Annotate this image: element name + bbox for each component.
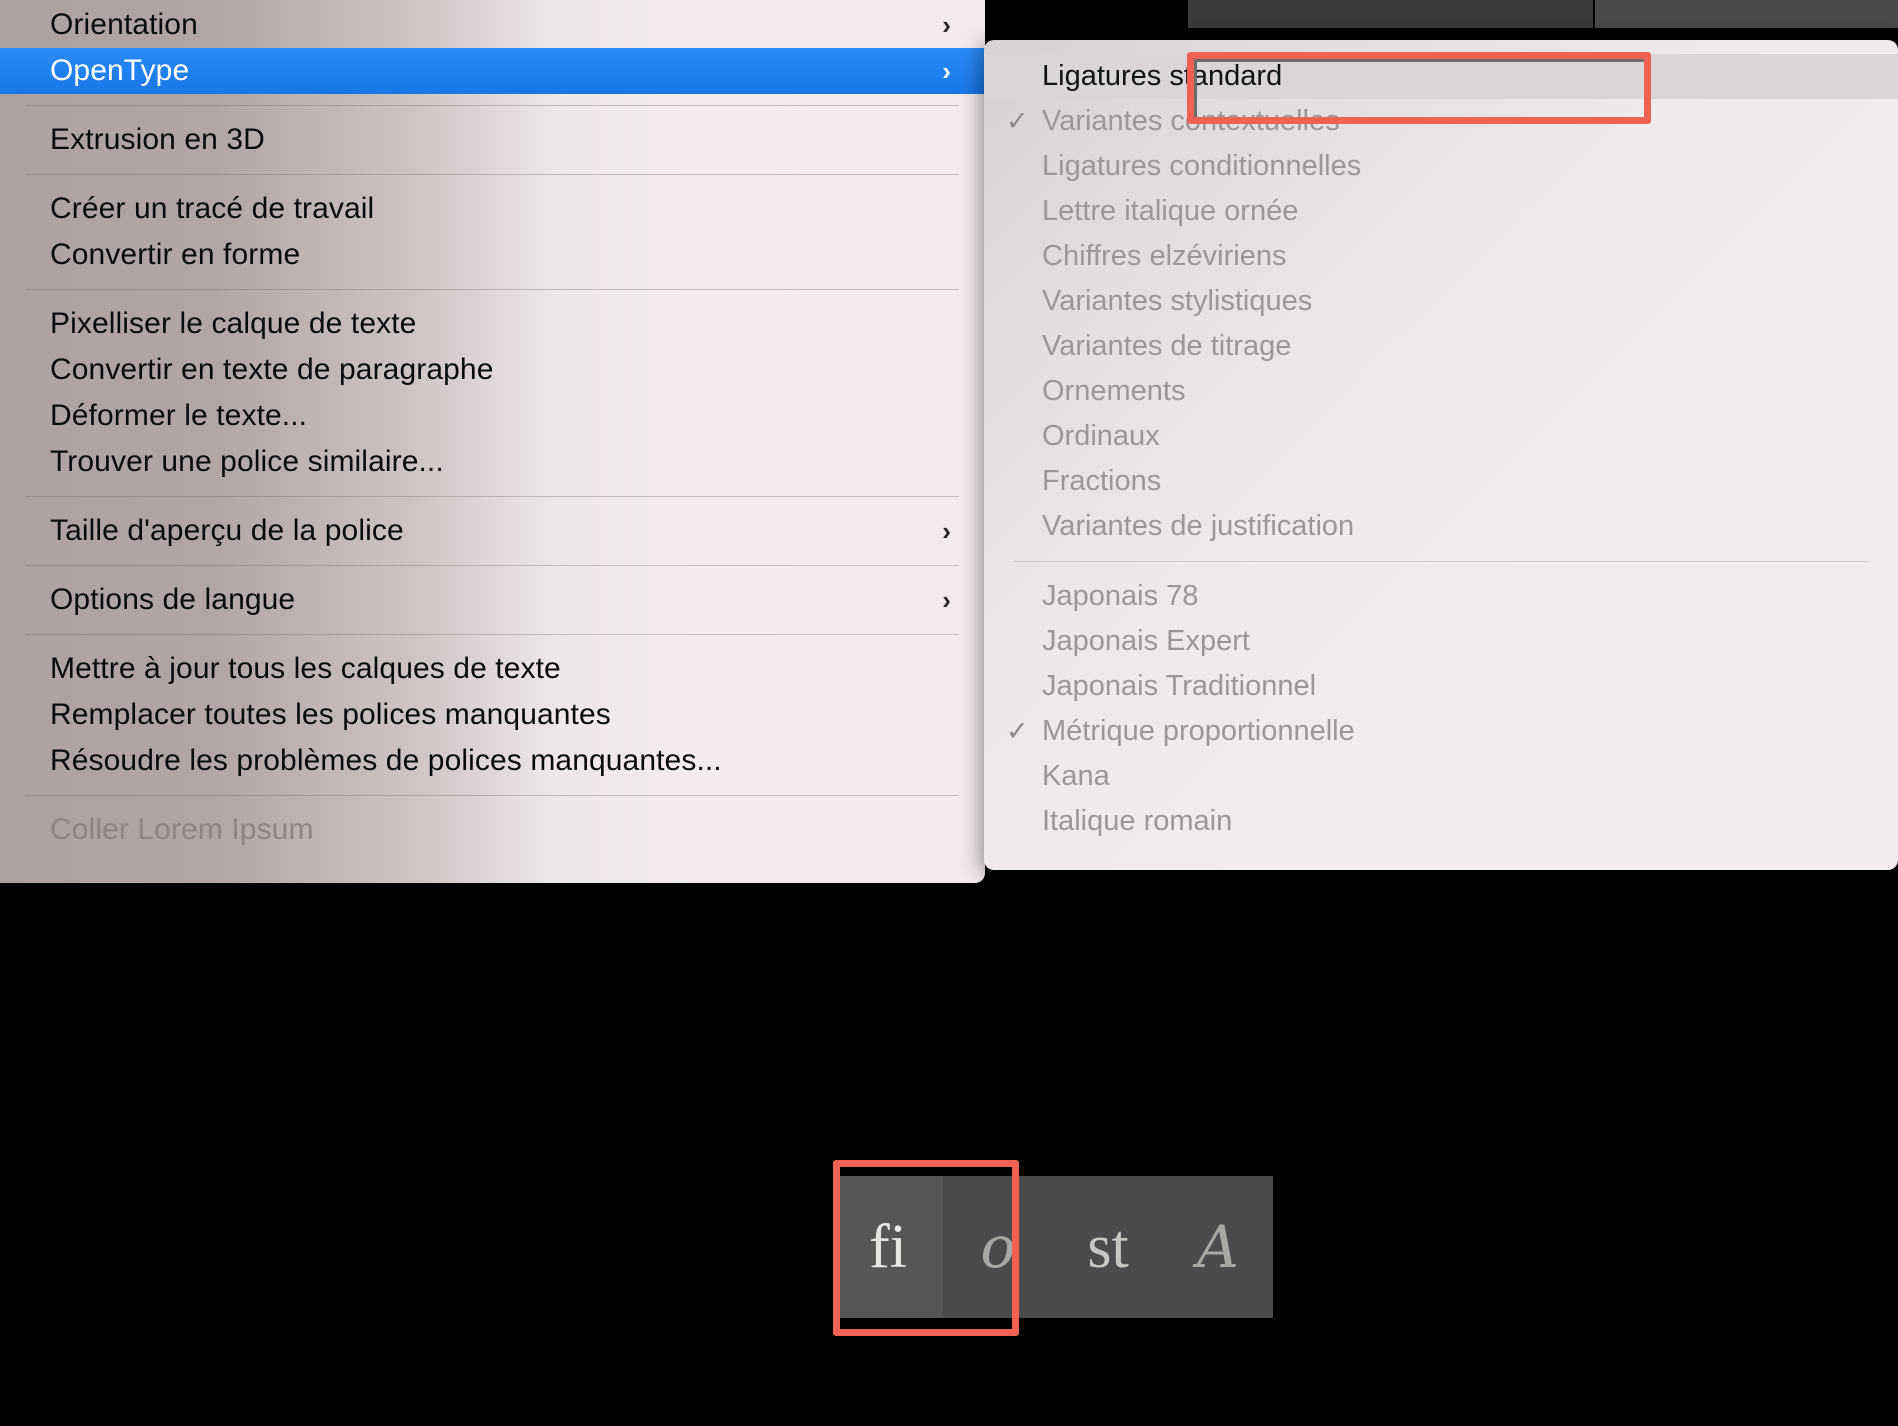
- submenu-item[interactable]: Variantes de titrage: [984, 324, 1898, 369]
- menu-item-label: Mettre à jour tous les calques de texte: [50, 652, 561, 685]
- menu-group: Pixelliser le calque de texte Convertir e…: [0, 299, 985, 487]
- menu-item-label: Coller Lorem Ipsum: [50, 813, 314, 846]
- submenu-item[interactable]: Japonais Traditionnel: [984, 664, 1898, 709]
- submenu-item-label: Italique romain: [1042, 805, 1233, 837]
- chevron-right-icon: ›: [942, 516, 951, 546]
- submenu-item[interactable]: Japonais Expert: [984, 619, 1898, 664]
- menu-separator: [26, 174, 959, 175]
- menu-item: Coller Lorem Ipsum: [0, 807, 985, 853]
- app-chrome-strip-right: [1595, 0, 1898, 28]
- menu-separator: [26, 795, 959, 796]
- chevron-right-icon: ›: [942, 56, 951, 86]
- submenu-item[interactable]: ✓ Métrique proportionnelle: [984, 709, 1898, 754]
- menu-item[interactable]: Pixelliser le calque de texte: [0, 301, 985, 347]
- submenu-item-label: Ligatures conditionnelles: [1042, 150, 1362, 182]
- menu-separator: [26, 496, 959, 497]
- menu-group: Coller Lorem Ipsum: [0, 805, 985, 855]
- discretionary-ligature-button[interactable]: st: [1053, 1176, 1163, 1318]
- submenu-item-label: Ornements: [1042, 375, 1186, 407]
- menu-group: Orientation › OpenType ›: [0, 0, 985, 96]
- menu-separator: [26, 289, 959, 290]
- menu-item[interactable]: Options de langue ›: [0, 577, 985, 623]
- menu-item-label: Orientation: [50, 8, 198, 41]
- discretionary-ligature-glyph-icon: st: [1087, 1212, 1129, 1281]
- standard-ligature-glyph-icon: fi: [869, 1212, 907, 1281]
- menu-item-label: Options de langue: [50, 583, 296, 616]
- submenu-item-label: Variantes stylistiques: [1042, 285, 1313, 317]
- standard-ligature-button[interactable]: fi: [833, 1176, 943, 1318]
- menu-separator: [26, 105, 959, 106]
- submenu-item-label: Ligatures standard: [1042, 60, 1283, 92]
- menu-item[interactable]: Mettre à jour tous les calques de texte: [0, 646, 985, 692]
- submenu-item-label: Métrique proportionnelle: [1042, 715, 1355, 747]
- menu-group: Mettre à jour tous les calques de texte R…: [0, 644, 985, 786]
- submenu-item-label: Lettre italique ornée: [1042, 195, 1299, 227]
- menu-item-label: Extrusion en 3D: [50, 123, 265, 156]
- menu-item[interactable]: Taille d'aperçu de la police ›: [0, 508, 985, 554]
- opentype-submenu: Ligatures standard ✓ Variantes contextuell…: [984, 40, 1898, 870]
- titling-variant-button[interactable]: A: [1163, 1176, 1273, 1318]
- menu-item[interactable]: Déformer le texte...: [0, 393, 985, 439]
- menu-item[interactable]: OpenType ›: [0, 48, 985, 94]
- text-context-menu: Orientation › OpenType › Extrusion en 3D Crée…: [0, 0, 985, 883]
- submenu-item[interactable]: Ornements: [984, 369, 1898, 414]
- swash-variant-glyph-icon: o: [980, 1213, 1016, 1281]
- swash-variant-button[interactable]: o: [943, 1176, 1053, 1318]
- submenu-item-label: Variantes de titrage: [1042, 330, 1292, 362]
- menu-item-label: Convertir en forme: [50, 238, 301, 271]
- menu-group: Extrusion en 3D: [0, 115, 985, 165]
- submenu-item-label: Japonais 78: [1042, 580, 1199, 612]
- submenu-item[interactable]: Variantes stylistiques: [984, 279, 1898, 324]
- menu-item-label: Créer un tracé de travail: [50, 192, 375, 225]
- menu-item[interactable]: Résoudre les problèmes de polices manqua…: [0, 738, 985, 784]
- menu-item-label: Taille d'aperçu de la police: [50, 514, 404, 547]
- menu-separator: [26, 634, 959, 635]
- submenu-item-label: Kana: [1042, 760, 1110, 792]
- menu-group: Options de langue ›: [0, 575, 985, 625]
- menu-item[interactable]: Créer un tracé de travail: [0, 186, 985, 232]
- menu-item-label: Résoudre les problèmes de polices manqua…: [50, 744, 722, 777]
- menu-item-label: Pixelliser le calque de texte: [50, 307, 417, 340]
- submenu-separator: [1014, 561, 1868, 562]
- submenu-item[interactable]: Ordinaux: [984, 414, 1898, 459]
- chevron-right-icon: ›: [942, 585, 951, 615]
- submenu-item-label: Chiffres elzéviriens: [1042, 240, 1287, 272]
- submenu-item-label: Japonais Expert: [1042, 625, 1250, 657]
- submenu-item[interactable]: Fractions: [984, 459, 1898, 504]
- menu-item-label: Déformer le texte...: [50, 399, 308, 432]
- submenu-item-label: Japonais Traditionnel: [1042, 670, 1317, 702]
- menu-item[interactable]: Orientation ›: [0, 2, 985, 48]
- submenu-item[interactable]: Italique romain: [984, 799, 1898, 844]
- menu-item-label: OpenType: [50, 54, 190, 87]
- submenu-item-label: Ordinaux: [1042, 420, 1160, 452]
- menu-item-label: Remplacer toutes les polices manquantes: [50, 698, 611, 731]
- submenu-item[interactable]: ✓ Variantes contextuelles: [984, 99, 1898, 144]
- submenu-item[interactable]: Lettre italique ornée: [984, 189, 1898, 234]
- opentype-glyph-toolbar: fi o st A: [833, 1176, 1273, 1318]
- menu-item-label: Trouver une police similaire...: [50, 445, 444, 478]
- submenu-item-label: Fractions: [1042, 465, 1162, 497]
- submenu-item[interactable]: Ligatures conditionnelles: [984, 144, 1898, 189]
- submenu-item[interactable]: Kana: [984, 754, 1898, 799]
- titling-variant-glyph-icon: A: [1197, 1213, 1239, 1281]
- chevron-right-icon: ›: [942, 10, 951, 40]
- menu-item[interactable]: Remplacer toutes les polices manquantes: [0, 692, 985, 738]
- menu-separator: [26, 565, 959, 566]
- menu-item[interactable]: Convertir en forme: [0, 232, 985, 278]
- submenu-item-label: Variantes de justification: [1042, 510, 1355, 542]
- submenu-item-label: Variantes contextuelles: [1042, 105, 1340, 137]
- submenu-item[interactable]: Chiffres elzéviriens: [984, 234, 1898, 279]
- menu-item[interactable]: Extrusion en 3D: [0, 117, 985, 163]
- checkmark-icon: ✓: [1006, 106, 1029, 136]
- app-chrome-strip-left: [1188, 0, 1593, 28]
- menu-item[interactable]: Trouver une police similaire...: [0, 439, 985, 485]
- menu-item-label: Convertir en texte de paragraphe: [50, 353, 494, 386]
- submenu-item[interactable]: Variantes de justification: [984, 504, 1898, 549]
- checkmark-icon: ✓: [1006, 716, 1029, 746]
- submenu-item[interactable]: Ligatures standard: [984, 54, 1898, 99]
- menu-item[interactable]: Convertir en texte de paragraphe: [0, 347, 985, 393]
- submenu-item[interactable]: Japonais 78: [984, 574, 1898, 619]
- menu-group: Taille d'aperçu de la police ›: [0, 506, 985, 556]
- menu-group: Créer un tracé de travail Convertir en fo…: [0, 184, 985, 280]
